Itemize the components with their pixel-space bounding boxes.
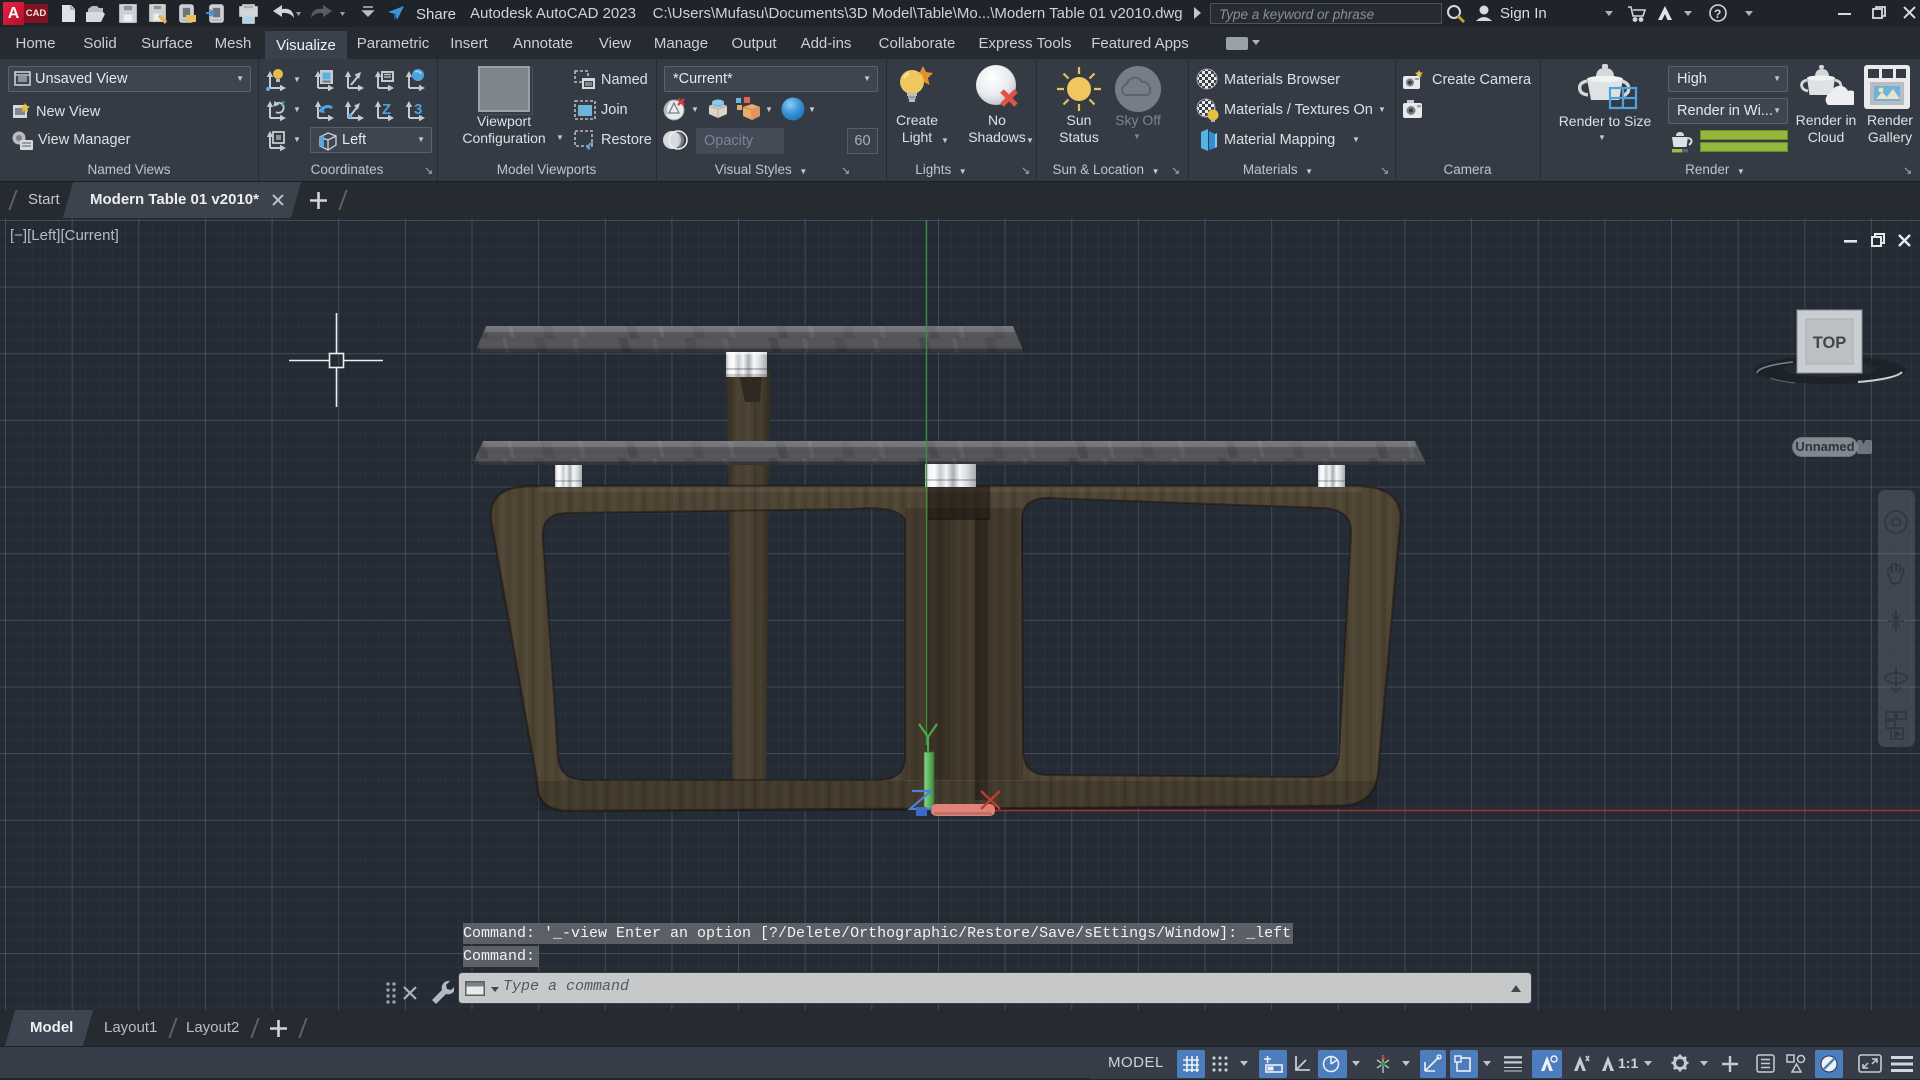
svg-text:Sign In: Sign In [1500,5,1547,22]
svg-text:z: z [281,99,285,108]
svg-text:3: 3 [414,101,422,118]
svg-text:?: ? [1714,7,1721,21]
svg-text:Z: Z [382,101,391,118]
svg-text:Share: Share [416,6,456,23]
svg-text:TOP: TOP [1813,334,1847,352]
